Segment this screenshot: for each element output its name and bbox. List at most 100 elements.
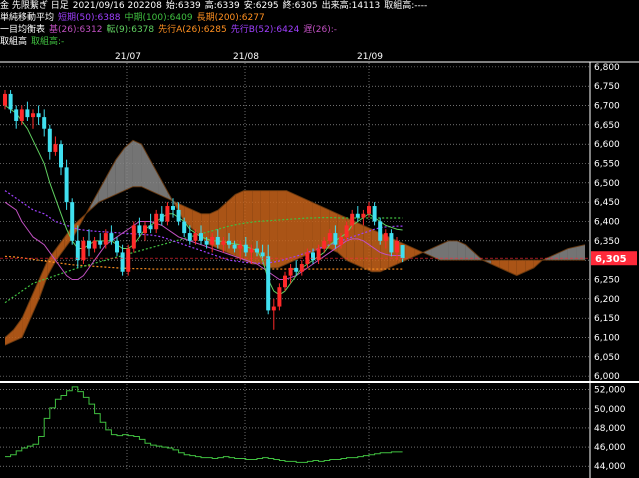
candle-body: [277, 287, 282, 307]
candle-body: [42, 117, 47, 129]
candle-body: [327, 233, 332, 241]
candle-body: [271, 306, 276, 311]
candle-body: [3, 93, 7, 106]
candle-body: [243, 244, 248, 253]
candle-body: [143, 225, 147, 234]
candle-body: [109, 233, 114, 241]
candle-body: [215, 236, 220, 245]
candle-body: [221, 240, 226, 245]
y-tick-label: 6,550: [594, 160, 620, 170]
candle-body: [165, 206, 170, 222]
kumo-segment: [303, 198, 313, 257]
oi-y-tick-label: 44,000: [594, 462, 626, 472]
candle-body: [249, 248, 254, 253]
x-tick-label: 21/08: [233, 52, 259, 62]
y-tick-label: 6,700: [594, 102, 620, 112]
y-tick-label: 6,800: [594, 63, 620, 73]
candle-body: [92, 240, 97, 249]
candle-body: [19, 109, 24, 121]
candle-body: [204, 240, 209, 245]
kumo-segment: [465, 244, 475, 261]
kumo-segment: [363, 225, 372, 272]
candle-body: [75, 240, 80, 261]
candle-body: [299, 264, 304, 272]
candle-body: [339, 236, 343, 245]
candle-body: [322, 240, 327, 249]
candle-body: [182, 221, 187, 234]
y-tick-label: 6,450: [594, 198, 620, 208]
candle-body: [260, 252, 265, 257]
candle-body: [59, 144, 63, 168]
chart-canvas[interactable]: 6,800 6,750 6,700 6,650 6,600 6,550 6,500 6,450…: [0, 0, 639, 478]
oi-line: [5, 386, 403, 463]
candle-body: [255, 248, 259, 253]
y-tick-label: 6,250: [594, 275, 620, 285]
candle-body: [64, 167, 69, 203]
candle-body: [187, 233, 192, 241]
candle-body: [372, 206, 377, 222]
candle-body: [294, 267, 299, 272]
candle-body: [98, 240, 103, 245]
candle-body: [350, 213, 355, 226]
oi-y-tick-label: 46,000: [594, 443, 626, 453]
candle-body: [47, 128, 52, 152]
kumo-segment: [286, 190, 295, 265]
kumo-segment: [115, 148, 125, 195]
y-tick-label: 6,150: [594, 314, 620, 324]
kumo-segment: [107, 159, 116, 199]
last-price-label: 6,305: [595, 254, 627, 265]
y-tick-label: 6,400: [594, 218, 620, 228]
candle-body: [344, 225, 349, 237]
candle-body: [115, 240, 119, 253]
candle-body: [355, 213, 360, 218]
candle-body: [87, 240, 91, 249]
candle-body: [361, 213, 366, 218]
kumo-segment: [550, 252, 560, 261]
candle-body: [14, 109, 19, 121]
y-tick-label: 6,600: [594, 140, 620, 150]
oi-y-tick-label: 50,000: [594, 405, 626, 415]
candle-body: [283, 275, 287, 288]
candle-body: [154, 213, 159, 230]
candle-body: [81, 240, 86, 261]
candle-body: [210, 236, 215, 245]
y-tick-label: 6,350: [594, 237, 620, 247]
kumo-segment: [124, 140, 133, 191]
candle-body: [266, 256, 271, 311]
candle-body: [400, 245, 405, 259]
candle-body: [288, 267, 293, 276]
kumo-segment: [422, 248, 432, 257]
kumo-segment: [277, 190, 287, 268]
y-tick-label: 6,500: [594, 179, 620, 189]
kumo-segment: [269, 190, 278, 268]
candle-body: [389, 233, 394, 253]
kumo-segment: [312, 202, 321, 253]
candle-body: [25, 109, 30, 118]
kumo-segment: [576, 244, 585, 261]
candle-body: [333, 233, 338, 245]
x-tick-label: 21/07: [115, 52, 141, 62]
kumo-segment: [56, 236, 65, 261]
candle-body: [311, 252, 315, 261]
candle-body: [159, 213, 164, 222]
kumo-segment: [295, 194, 304, 261]
candle-body: [199, 233, 203, 241]
y-tick-label: 6,050: [594, 353, 620, 363]
candle-body: [31, 113, 35, 118]
kumo-segment: [150, 159, 159, 195]
kumo-segment: [30, 279, 40, 319]
kumo-segment: [22, 298, 31, 338]
kumo-segment: [491, 260, 500, 268]
y-tick-label: 6,100: [594, 333, 620, 343]
candle-body: [378, 221, 383, 241]
kumo-segment: [414, 248, 423, 257]
candle-body: [238, 244, 243, 249]
kumo-segment: [448, 240, 458, 261]
candle-body: [148, 225, 153, 230]
kumo-segment: [132, 140, 142, 187]
candle-body: [126, 248, 131, 272]
kumo-segment: [218, 202, 227, 253]
candle-body: [227, 240, 231, 245]
candle-body: [8, 93, 13, 110]
y-tick-label: 6,200: [594, 295, 620, 305]
